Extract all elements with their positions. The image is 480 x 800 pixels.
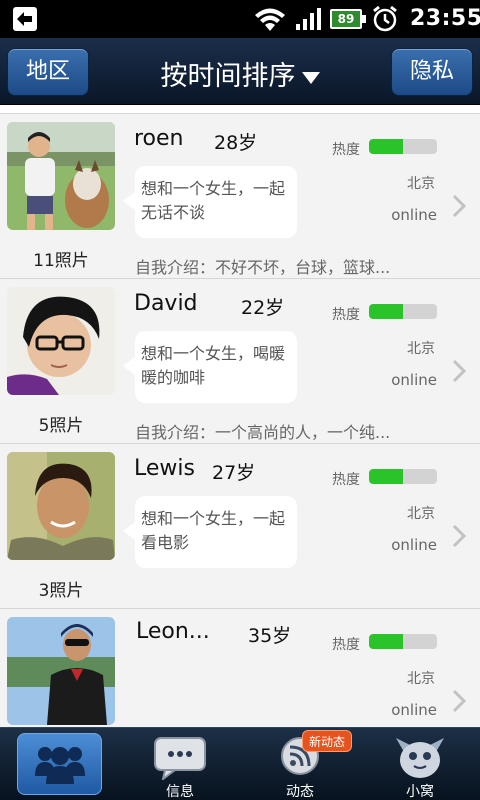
sort-title: 按时间排序 — [160, 61, 296, 92]
message-bubble: 想和一个女生，一起无话不谈 — [123, 166, 297, 238]
city: 北京 — [407, 341, 435, 357]
battery-icon: 89 — [330, 9, 366, 29]
heat-label: 热度 — [332, 637, 360, 653]
mascot-icon — [396, 738, 444, 778]
profile-row[interactable]: 3照片 Lewis 27岁 想和一个女生，一起看电影 热度 北京 online — [0, 444, 480, 609]
avatar[interactable] — [7, 122, 115, 230]
heat-bar — [369, 139, 437, 154]
heat-bar — [369, 469, 437, 484]
signal-icon — [296, 8, 321, 30]
message-bubble: 想和一个女生，喝暖暖的咖啡 — [123, 331, 297, 403]
chevron-right-icon[interactable] — [452, 524, 466, 548]
profile-row[interactable]: 11照片 roen 28岁 想和一个女生，一起无话不谈 热度 北京 online… — [0, 114, 480, 279]
online-status: online — [391, 536, 437, 554]
heat-fill — [369, 634, 403, 649]
city: 北京 — [407, 176, 435, 192]
profile-row[interactable]: 5照片 David 22岁 想和一个女生，喝暖暖的咖啡 热度 北京 online… — [0, 279, 480, 444]
city: 北京 — [407, 506, 435, 522]
heat-label: 热度 — [332, 472, 360, 488]
privacy-button[interactable]: 隐私 — [391, 48, 473, 96]
profile-age: 35岁 — [248, 625, 292, 647]
heat-label: 热度 — [332, 142, 360, 158]
online-status: online — [391, 701, 437, 719]
title-bar: 地区 按时间排序 隐私 — [0, 38, 480, 105]
message-bubble: 想和一个女生，一起看电影 — [123, 496, 297, 568]
back-notification-icon — [13, 7, 37, 31]
tab-label: 动态 — [286, 784, 314, 800]
chevron-right-icon[interactable] — [452, 359, 466, 383]
status-bar: 89 23:55 — [0, 0, 480, 38]
profile-age: 22岁 — [241, 297, 285, 319]
profile-name: Leon... — [136, 619, 210, 644]
heat-bar — [369, 634, 437, 649]
heat-fill — [369, 139, 403, 154]
photo-count: 5照片 — [38, 416, 84, 436]
heat-fill — [369, 469, 403, 484]
clock-time: 23:55 — [410, 6, 480, 31]
chevron-right-icon[interactable] — [452, 194, 466, 218]
tab-label: 小窝 — [406, 784, 434, 800]
intro-text: 自我介绍：不好不坏，台球，篮球... — [135, 258, 391, 277]
online-status: online — [391, 371, 437, 389]
avatar[interactable] — [7, 287, 115, 395]
heat-bar — [369, 304, 437, 319]
list-top-gap — [0, 105, 480, 114]
new-feed-badge: 新动态 — [302, 730, 353, 752]
avatar[interactable] — [7, 452, 115, 560]
profile-age: 28岁 — [214, 132, 258, 154]
profile-name: Lewis — [134, 456, 195, 481]
friends-icon — [35, 747, 85, 784]
photo-count: 11照片 — [33, 251, 89, 271]
chat-bubble-icon — [154, 737, 206, 780]
profile-name: David — [134, 291, 198, 316]
heat-label: 热度 — [332, 307, 360, 323]
profile-list[interactable]: 11照片 roen 28岁 想和一个女生，一起无话不谈 热度 北京 online… — [0, 105, 480, 727]
photo-count: 3照片 — [38, 581, 84, 601]
intro-text: 自我介绍：一个高尚的人，一个纯... — [135, 423, 391, 442]
heat-fill — [369, 304, 403, 319]
tab-messages[interactable]: 信息 — [120, 728, 240, 800]
tab-nest[interactable]: 小窝 — [360, 728, 480, 800]
profile-name: roen — [134, 126, 184, 151]
alarm-icon — [373, 5, 397, 32]
wifi-icon — [255, 8, 285, 31]
tab-label: 信息 — [166, 784, 194, 800]
bottom-tab-bar: 信息 动态 新动态 小窝 — [0, 727, 480, 800]
tab-friends[interactable] — [0, 728, 120, 800]
city: 北京 — [407, 671, 435, 687]
profile-age: 27岁 — [212, 462, 256, 484]
profile-row[interactable]: Leon... 35岁 热度 北京 online — [0, 609, 480, 727]
dropdown-arrow-icon — [301, 71, 320, 84]
avatar[interactable] — [7, 617, 115, 725]
online-status: online — [391, 206, 437, 224]
chevron-right-icon[interactable] — [452, 689, 466, 713]
